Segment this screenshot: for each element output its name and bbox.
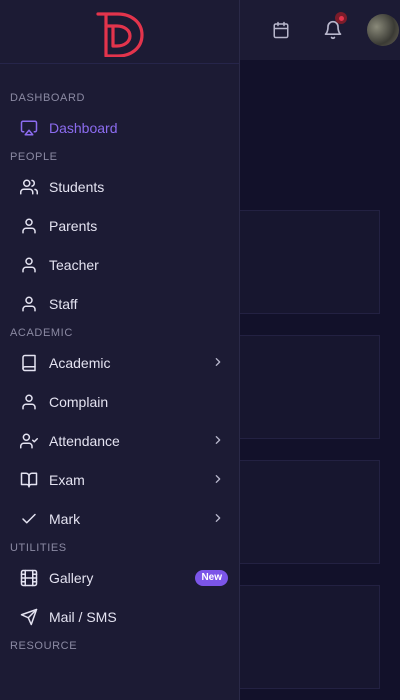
sidebar-item-label: Attendance <box>49 432 120 449</box>
sidebar-item-label: Dashboard <box>49 119 118 136</box>
send-icon <box>19 607 39 627</box>
book-icon <box>19 353 39 373</box>
sidebar-item-dashboard[interactable]: Dashboard <box>0 108 239 147</box>
sidebar-item-label: Academic <box>49 354 111 371</box>
section-title-people: PEOPLE <box>10 151 58 163</box>
users-icon <box>19 177 39 197</box>
sidebar-item-mail-sms[interactable]: Mail / SMS <box>0 597 239 636</box>
notification-dot <box>335 12 347 24</box>
section-title-academic: ACADEMIC <box>10 327 73 339</box>
sidebar-item-mark[interactable]: Mark <box>0 499 239 538</box>
content-card <box>240 460 380 564</box>
sidebar-item-academic[interactable]: Academic <box>0 343 239 382</box>
sidebar-item-label: Complain <box>49 393 109 410</box>
check-icon <box>19 509 39 529</box>
sidebar-item-label: Parents <box>49 217 98 234</box>
section-title-dashboard: DASHBOARD <box>10 92 86 104</box>
content-card <box>240 210 380 314</box>
film-icon <box>19 568 39 588</box>
section-title-utilities: UTILITIES <box>10 542 67 554</box>
sidebar-item-students[interactable]: Students <box>0 167 239 206</box>
book-open-icon <box>19 470 39 490</box>
section-title-resource: RESOURCE <box>10 640 78 652</box>
sidebar-item-staff[interactable]: Staff <box>0 284 239 323</box>
chevron-right-icon <box>213 512 223 524</box>
sidebar-item-attendance[interactable]: Attendance <box>0 421 239 460</box>
chevron-right-icon <box>213 473 223 485</box>
user-icon <box>19 294 39 314</box>
sidebar-item-gallery[interactable]: Gallery New <box>0 558 239 597</box>
sidebar: DASHBOARD Dashboard PEOPLE Students Pare… <box>0 0 240 700</box>
user-icon <box>19 255 39 275</box>
content-card <box>240 335 380 439</box>
user-icon <box>19 216 39 236</box>
sidebar-item-label: Staff <box>49 295 78 312</box>
monitor-icon <box>19 118 39 138</box>
calendar-icon[interactable] <box>267 16 295 44</box>
new-badge: New <box>195 570 228 586</box>
avatar[interactable] <box>367 14 399 46</box>
chevron-right-icon <box>213 356 223 368</box>
top-bar <box>240 0 400 60</box>
user-icon <box>19 392 39 412</box>
chevron-right-icon <box>213 434 223 446</box>
sidebar-item-label: Mail / SMS <box>49 608 117 625</box>
sidebar-item-label: Exam <box>49 471 85 488</box>
sidebar-item-label: Teacher <box>49 256 99 273</box>
sidebar-item-label: Students <box>49 178 105 195</box>
user-check-icon <box>19 431 39 451</box>
sidebar-item-complain[interactable]: Complain <box>0 382 239 421</box>
sidebar-item-exam[interactable]: Exam <box>0 460 239 499</box>
content-card <box>240 585 380 689</box>
brand-logo[interactable] <box>0 0 239 64</box>
sidebar-item-label: Mark <box>49 510 81 527</box>
sidebar-item-teacher[interactable]: Teacher <box>0 245 239 284</box>
sidebar-item-parents[interactable]: Parents <box>0 206 239 245</box>
